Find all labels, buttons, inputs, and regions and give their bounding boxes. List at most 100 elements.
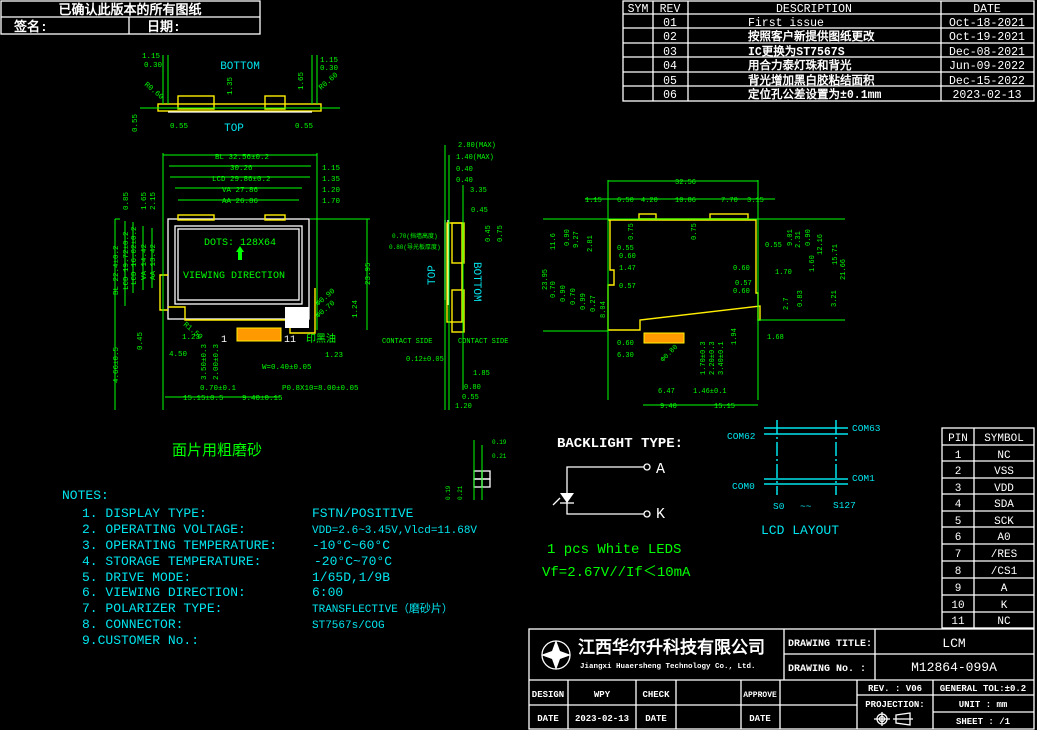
dimension-label: 0.45 xyxy=(137,331,145,350)
ic-chip xyxy=(285,307,309,328)
dimension-label: 0.80 xyxy=(464,384,481,392)
dimension-label: 0.19 xyxy=(445,485,452,500)
side-bottom-label: BOTTOM xyxy=(470,262,482,302)
dimension-label: 1.15 xyxy=(142,53,161,61)
header-pin: PIN xyxy=(948,433,968,445)
pin-number: 2 xyxy=(955,466,962,478)
pin-symbol: NC xyxy=(997,450,1011,462)
pin-number: 1 xyxy=(955,450,962,462)
dimension-label: 8.04 xyxy=(600,301,608,318)
pin-symbol: /CS1 xyxy=(991,566,1018,578)
dimension-label: LCD 16.02±0.2 xyxy=(131,226,139,285)
pin-row: 11 NC xyxy=(951,616,1011,628)
header-symbol: SYMBOL xyxy=(984,433,1024,445)
pin-number: 5 xyxy=(955,516,962,528)
dimension-label: 0.83 xyxy=(797,290,805,307)
header-date: DATE xyxy=(973,3,1001,16)
dimension-label: BL 22.4±0.2 xyxy=(113,245,121,295)
note-value: ST7567s/COG xyxy=(312,620,385,632)
date-label: 日期: xyxy=(147,20,181,35)
backlight-diagram: BACKLIGHT TYPE: A K 1 pcs White LEDS Vf=… xyxy=(542,436,691,581)
rev-date: 2023-02-13 xyxy=(952,89,1021,102)
note-label: 1. DISPLAY TYPE: xyxy=(82,506,207,521)
dimension-label: 7.70 xyxy=(721,197,738,205)
dimension-label: LCD 19.72±0.2 xyxy=(123,231,131,290)
dimension-label: R0.60 xyxy=(318,71,341,92)
dimension-label: 23.95 xyxy=(542,269,550,290)
pixel-detail: 0.19 0.21 0.19 0.21 xyxy=(445,439,507,500)
pin-number: 10 xyxy=(951,600,964,612)
dimension-label: 0.90 xyxy=(560,285,568,302)
top-edge-view: BOTTOM TOP 1.15 0.30 R0.60 1.35 1.65 R0.… xyxy=(132,53,341,135)
front-view: DOTS: 128X64 VIEWING DIRECTION 1 11 印黑油 … xyxy=(113,153,373,410)
pin-symbol: K xyxy=(1001,600,1008,612)
pin-row: 6 A0 xyxy=(955,532,1011,544)
note-label: 9.CUSTOMER No.: xyxy=(82,633,199,648)
rear-fpc-contacts xyxy=(643,332,685,344)
lcd-layout: COM62 COM63 COM0 COM1 S0 ~~ S127 LCD LAY… xyxy=(727,420,881,538)
rev-date: Jun-09-2022 xyxy=(949,60,1025,73)
confirm-title: 已确认此版本的所有图纸 xyxy=(58,2,201,18)
drawing-no-label: DRAWING No. : xyxy=(788,664,866,675)
dimension-label: 0.70 xyxy=(550,281,558,298)
dimension-label: 1.20 xyxy=(455,403,472,411)
rev-number: 01 xyxy=(663,17,677,30)
dimension-label: 0.57 xyxy=(619,283,636,291)
pin-symbol: SDA xyxy=(994,499,1014,511)
dimension-label: 0.19 xyxy=(492,439,507,446)
dimension-label: 1.47 xyxy=(619,265,636,273)
dimension-label: 0.55 xyxy=(462,394,479,402)
dimension-label: 1.35 xyxy=(227,76,235,95)
dimension-label: 30.26 xyxy=(230,165,253,173)
dimension-label: 0.55 xyxy=(765,242,782,250)
dimension-label: 1.70 xyxy=(775,269,792,277)
dimension-label: 9.01 xyxy=(787,229,795,246)
dimension-label: 3.15 xyxy=(747,197,764,205)
lcd-layout-title: LCD LAYOUT xyxy=(761,523,839,538)
check-label: CHECK xyxy=(642,690,670,700)
dimension-label: 2.15 xyxy=(150,191,158,210)
dimension-label: 0.99 xyxy=(580,293,588,310)
dimension-label: 0.75 xyxy=(497,225,505,242)
design-date-label: DATE xyxy=(537,714,559,724)
dimension-label: 4.20 xyxy=(641,197,658,205)
dimension-label: VA 14.42 xyxy=(141,244,149,280)
contact-side-right: CONTACT SIDE xyxy=(458,338,508,346)
dimension-label: 0.12±0.05 xyxy=(406,356,444,364)
dimension-label: 1.15 xyxy=(585,197,602,205)
note-label: 7. POLARIZER TYPE: xyxy=(82,601,222,616)
approve-label: APPROVE xyxy=(743,691,777,700)
pin-number: 8 xyxy=(955,566,962,578)
projection-label: PROJECTION: xyxy=(865,700,924,710)
dimension-label: 9.40±0.15 xyxy=(242,395,283,403)
pin-symbol: VSS xyxy=(994,466,1014,478)
dimension-label: 0.21 xyxy=(492,453,507,460)
revision-version: REV. : V06 xyxy=(868,684,922,694)
dimension-label: 0.40 xyxy=(456,166,473,174)
dimension-label: 9.27 xyxy=(573,231,581,248)
pin-row: 7/RES xyxy=(955,549,1018,561)
pin-row: 10 K xyxy=(951,600,1007,612)
dimension-label: 2.80(MAX) xyxy=(458,142,496,150)
dimension-label: 1.15 xyxy=(320,57,339,65)
rev-description: 定位孔公差设置为±0.1mm xyxy=(748,87,882,102)
header-description: DESCRIPTION xyxy=(776,3,852,16)
note-value: -20°C~70°C xyxy=(314,554,392,569)
pin-first-label: 1 xyxy=(221,335,227,346)
led-diode-icon xyxy=(560,493,574,503)
revision-table: SYM REV DESCRIPTION DATE 01 First issue Oc… xyxy=(622,0,1035,102)
pin-row: 5 SCK xyxy=(955,516,1015,528)
pin-symbol: SCK xyxy=(994,516,1014,528)
note-value: 1/65D,1/9B xyxy=(312,570,390,585)
dimension-label: 0.60 xyxy=(733,288,750,296)
dimension-label: 0.27 xyxy=(590,295,598,312)
dimension-label: 9.40 xyxy=(660,403,677,411)
dimension-label: VA 27.86 xyxy=(222,187,259,195)
dimension-label: 2.7 xyxy=(783,297,791,310)
dimension-label: 1.85 xyxy=(473,370,490,378)
dimension-label: P0.8X10=8.00±0.05 xyxy=(282,385,359,393)
dimension-label: 1.65 xyxy=(298,71,306,90)
dimension-label: 6.30 xyxy=(617,352,634,360)
rev-number: 05 xyxy=(663,75,677,88)
dimension-label: 0.80(导光板厚度) xyxy=(389,243,441,251)
